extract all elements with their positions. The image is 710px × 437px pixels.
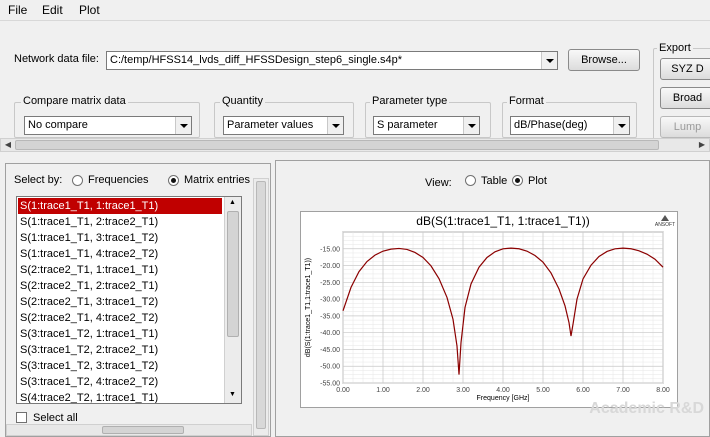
view-plot-radio[interactable] — [512, 175, 523, 186]
x-tick-label: 6.00 — [576, 387, 590, 394]
export-title: Export — [657, 42, 693, 54]
settings-panel: Network data file: C:/temp/HFSS14_lvds_d… — [0, 22, 710, 156]
scroll-left-icon[interactable]: ◀ — [1, 139, 15, 151]
ansoft-logo: ANSOFT — [655, 222, 675, 228]
list-item[interactable]: S(2:trace2_T1, 1:trace1_T1) — [18, 262, 222, 278]
scrollbar-thumb[interactable] — [256, 181, 266, 429]
x-axis-label: Frequency [GHz] — [477, 395, 530, 402]
scroll-up-icon[interactable]: ▲ — [229, 199, 236, 206]
scroll-down-icon[interactable]: ▼ — [229, 391, 236, 398]
chevron-down-icon[interactable] — [463, 117, 479, 134]
network-file-label: Network data file: — [14, 53, 99, 65]
plot-container: 0.00 1.00 2.00 3.00 4.00 5.00 6.00 7.00 8.00 -15.… — [300, 211, 678, 408]
y-axis-label: dB(S(1:trace1_T1,1:trace1_T1)) — [305, 258, 312, 357]
y-tick-label: -20.00 — [320, 263, 340, 270]
matrix-entries-list[interactable]: S(1:trace1_T1, 1:trace1_T1) S(1:trace1_T1… — [16, 196, 242, 404]
view-table-radio[interactable] — [465, 175, 476, 186]
compare-title: Compare matrix data — [21, 95, 128, 107]
x-tick-label: 8.00 — [656, 387, 670, 394]
browse-button[interactable]: Browse... — [568, 49, 640, 71]
view-table-label: Table — [481, 175, 508, 187]
list-item[interactable]: S(1:trace1_T1, 4:trace2_T2) — [18, 246, 222, 262]
panel-vertical-scrollbar[interactable] — [253, 178, 269, 436]
list-item[interactable]: S(2:trace2_T1, 4:trace2_T2) — [18, 310, 222, 326]
list-item[interactable]: S(4:trace2_T2, 1:trace1_T1) — [18, 390, 222, 403]
y-tick-label: -35.00 — [320, 313, 340, 320]
chevron-down-icon[interactable] — [175, 117, 191, 134]
x-tick-label: 2.00 — [416, 387, 430, 394]
selection-panel: Select by: Frequencies Matrix entries S(… — [5, 163, 271, 437]
chevron-down-icon[interactable] — [541, 52, 557, 69]
compare-value: No compare — [28, 119, 88, 131]
y-tick-label: -40.00 — [320, 330, 340, 337]
format-combo[interactable]: dB/Phase(deg) — [510, 116, 630, 135]
x-tick-label: 0.00 — [336, 387, 350, 394]
view-label: View: — [425, 177, 452, 189]
scroll-right-icon[interactable]: ▶ — [695, 139, 709, 151]
x-tick-label: 3.00 — [456, 387, 470, 394]
chevron-down-icon[interactable] — [327, 117, 343, 134]
scrollbar-thumb[interactable] — [102, 426, 184, 434]
network-file-value: C:/temp/HFSS14_lvds_diff_HFSSDesign_step… — [110, 54, 403, 66]
export-lumped-button[interactable]: Lump — [660, 116, 710, 138]
select-by-label: Select by: — [14, 174, 63, 186]
scrollbar-thumb[interactable] — [227, 211, 239, 337]
list-item[interactable]: S(3:trace1_T2, 3:trace1_T2) — [18, 358, 222, 374]
menu-bar: File Edit Plot — [0, 0, 710, 21]
watermark: Academic R&D — [589, 400, 704, 417]
plot-panel: View: Table Plot 0.00 1.00 2.00 3.00 4.00 5.0… — [275, 160, 710, 437]
list-vertical-scrollbar[interactable]: ▲ ▼ — [224, 197, 241, 403]
export-broadband-button[interactable]: Broad — [660, 87, 710, 109]
ansoft-logo-icon — [661, 215, 669, 221]
view-plot-label: Plot — [528, 175, 547, 187]
chevron-down-icon[interactable] — [613, 117, 629, 134]
menu-plot[interactable]: Plot — [79, 3, 100, 17]
matrix-entries-radio[interactable] — [168, 175, 179, 186]
quantity-combo[interactable]: Parameter values — [223, 116, 344, 135]
compare-combo[interactable]: No compare — [24, 116, 192, 135]
list-item[interactable]: S(3:trace1_T2, 2:trace2_T1) — [18, 342, 222, 358]
list-item[interactable]: S(2:trace2_T1, 2:trace2_T1) — [18, 278, 222, 294]
list-item[interactable]: S(3:trace1_T2, 1:trace1_T1) — [18, 326, 222, 342]
y-tick-label: -50.00 — [320, 364, 340, 371]
list-item[interactable]: S(1:trace1_T1, 3:trace1_T2) — [18, 230, 222, 246]
quantity-title: Quantity — [220, 95, 265, 107]
format-title: Format — [507, 95, 546, 107]
y-tick-label: -55.00 — [320, 381, 340, 388]
parameter-type-value: S parameter — [377, 119, 438, 131]
chart-title: dB(S(1:trace1_T1, 1:trace1_T1)) — [416, 214, 589, 228]
top-horizontal-scrollbar[interactable]: ◀ ▶ — [0, 138, 710, 152]
format-value: dB/Phase(deg) — [514, 119, 588, 131]
menu-edit[interactable]: Edit — [42, 3, 63, 17]
select-all-label: Select all — [33, 412, 78, 424]
list-item[interactable]: S(1:trace1_T1, 2:trace2_T1) — [18, 214, 222, 230]
list-item[interactable]: S(1:trace1_T1, 1:trace1_T1) — [18, 198, 222, 214]
y-tick-label: -30.00 — [320, 297, 340, 304]
matrix-entries-label: Matrix entries — [184, 174, 251, 186]
export-syz-button[interactable]: SYZ D — [660, 58, 710, 80]
list-item[interactable]: S(3:trace1_T2, 4:trace2_T2) — [18, 374, 222, 390]
y-tick-label: -45.00 — [320, 347, 340, 354]
list-item[interactable]: S(2:trace2_T1, 3:trace1_T2) — [18, 294, 222, 310]
s-parameter-chart: 0.00 1.00 2.00 3.00 4.00 5.00 6.00 7.00 8.00 -15.… — [305, 214, 675, 402]
x-tick-label: 1.00 — [376, 387, 390, 394]
y-tick-label: -25.00 — [320, 280, 340, 287]
x-tick-label: 7.00 — [616, 387, 630, 394]
menu-file[interactable]: File — [8, 3, 27, 17]
parameter-type-combo[interactable]: S parameter — [373, 116, 480, 135]
y-tick-label: -15.00 — [320, 246, 340, 253]
network-file-combo[interactable]: C:/temp/HFSS14_lvds_diff_HFSSDesign_step… — [106, 51, 558, 70]
quantity-value: Parameter values — [227, 119, 314, 131]
x-tick-label: 5.00 — [536, 387, 550, 394]
frequencies-label: Frequencies — [88, 174, 149, 186]
parameter-type-title: Parameter type — [370, 95, 450, 107]
panel-horizontal-scrollbar[interactable] — [6, 424, 252, 436]
scrollbar-thumb[interactable] — [15, 140, 659, 150]
select-all-checkbox[interactable] — [16, 412, 27, 423]
x-tick-label: 4.00 — [496, 387, 510, 394]
frequencies-radio[interactable] — [72, 175, 83, 186]
